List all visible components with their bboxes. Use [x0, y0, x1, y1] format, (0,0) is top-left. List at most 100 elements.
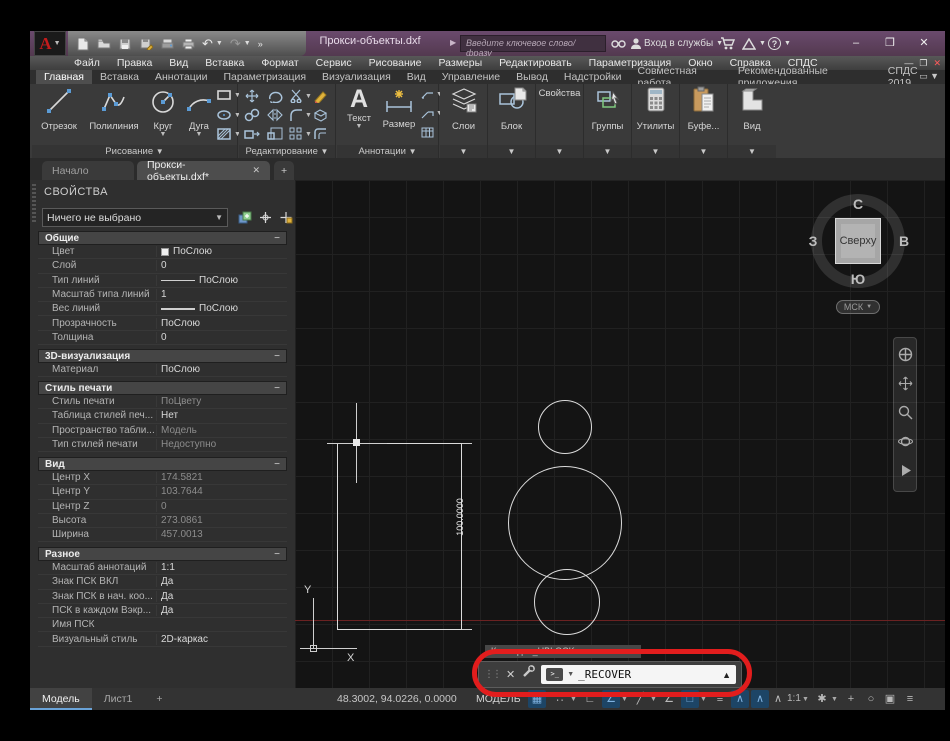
ribbon-tab-parametric[interactable]: Параметризация	[216, 70, 315, 84]
prop-row-center-x[interactable]: Центр X 174.5821	[38, 471, 287, 485]
erase-tool-button[interactable]	[313, 89, 328, 103]
command-history-toggle-icon[interactable]: ▲	[722, 670, 731, 680]
table-tool-button[interactable]	[421, 127, 434, 138]
viewcube-west[interactable]: З	[809, 233, 818, 249]
panel-label-draw[interactable]: Рисование ▼	[32, 145, 237, 158]
model-tab[interactable]: Модель	[30, 688, 92, 710]
menu-tools[interactable]: Сервис	[316, 57, 352, 69]
ribbon-panel-utilities[interactable]: Утилиты ▼	[632, 84, 680, 158]
prop-row-layer[interactable]: Слой 0	[38, 259, 287, 273]
scale-tool-button[interactable]	[267, 127, 283, 141]
close-button[interactable]: ✕	[911, 34, 937, 52]
file-tab-start[interactable]: Начало	[42, 161, 134, 180]
app-store-cart-icon[interactable]	[720, 35, 735, 52]
section-header[interactable]: 3D-визуализация −	[38, 349, 287, 363]
mirror-tool-button[interactable]	[267, 108, 283, 122]
prop-row-ucs-per-viewport[interactable]: ПСК в каждом Вэкр... Да	[38, 604, 287, 618]
viewcube-north[interactable]: С	[853, 196, 863, 212]
minimize-button[interactable]: –	[843, 34, 869, 52]
file-tab-document[interactable]: Прокси-объекты.dxf* ✕	[137, 161, 270, 180]
search-input[interactable]: Введите ключевое слово/фразу	[460, 35, 606, 52]
prop-row-plot-type[interactable]: Тип стилей печати Недоступно	[38, 438, 287, 452]
section-header[interactable]: Вид −	[38, 457, 287, 471]
ribbon-panel-properties[interactable]: Свойства ▼	[536, 84, 584, 158]
circle-entity-bottom[interactable]	[534, 569, 600, 635]
rectangle-tool-button[interactable]: ▼	[217, 89, 241, 101]
ribbon-tab-output[interactable]: Вывод	[508, 70, 556, 84]
qat-more-button[interactable]: »	[258, 39, 263, 49]
collapse-icon[interactable]: −	[274, 233, 280, 244]
prop-row-visual-style[interactable]: Визуальный стиль 2D-каркас	[38, 632, 287, 646]
ribbon-panel-clipboard[interactable]: Буфе... ▼	[680, 84, 728, 158]
command-prompt-icon[interactable]: >_	[546, 668, 563, 681]
ribbon-tab-home[interactable]: Главная	[36, 70, 92, 84]
file-tab-close-icon[interactable]: ✕	[252, 165, 260, 176]
offset-tool-button[interactable]	[313, 127, 328, 141]
search-icon[interactable]	[611, 35, 626, 52]
app-menu-button[interactable]: A ▼	[34, 31, 66, 56]
panel-expand-view[interactable]: ▼	[728, 145, 776, 158]
new-file-tab-button[interactable]: +	[274, 161, 294, 180]
panel-expand-clipboard[interactable]: ▼	[680, 145, 727, 158]
circle-entity-small[interactable]	[538, 400, 592, 454]
ribbon-tab-insert[interactable]: Вставка	[92, 70, 147, 84]
viewcube-top-face[interactable]: Сверху	[835, 218, 881, 264]
user-icon[interactable]	[630, 35, 642, 52]
fullscreen-button[interactable]: ▣	[881, 690, 899, 708]
trim-tool-button[interactable]: ▼	[289, 89, 312, 103]
menu-edit[interactable]: Правка	[117, 57, 152, 69]
prop-row-plot-table[interactable]: Таблица стилей печ... Нет	[38, 409, 287, 423]
fillet-tool-button[interactable]: ▼	[289, 108, 312, 122]
redo-dropdown-icon[interactable]: ▼	[244, 40, 251, 47]
panel-expand-block[interactable]: ▼	[488, 145, 535, 158]
hatch-tool-button[interactable]: ▼	[217, 128, 241, 140]
open-file-button[interactable]	[97, 37, 111, 51]
palette-grip[interactable]	[32, 184, 36, 224]
object-snap-tracking-button[interactable]: ∠	[660, 690, 678, 708]
scale-dropdown-icon[interactable]: ▼	[802, 696, 809, 703]
orbit-icon[interactable]	[898, 434, 913, 454]
dimension-text[interactable]: 100.0000	[455, 498, 465, 536]
prop-row-plot-space[interactable]: Пространство табли... Модель	[38, 424, 287, 438]
show-motion-icon[interactable]	[898, 463, 913, 483]
ribbon-tab-featured-apps[interactable]: Рекомендованные приложения	[730, 70, 880, 84]
toggle-pickadd-button[interactable]	[236, 208, 253, 226]
line-tool-button[interactable]: Отрезок	[36, 87, 82, 132]
section-header[interactable]: Общие −	[38, 231, 287, 245]
prop-row-thickness[interactable]: Толщина 0	[38, 331, 287, 345]
prop-row-material[interactable]: Материал ПоСлою	[38, 363, 287, 377]
help-button[interactable]: ? ▼	[768, 35, 791, 52]
coordinates-readout[interactable]: 48.3002, 94.0226, 0.0000	[337, 693, 457, 705]
search-expand-icon[interactable]: ▶	[450, 38, 456, 47]
command-text[interactable]: _RECOVER	[578, 668, 631, 681]
new-file-button[interactable]	[76, 37, 90, 51]
prop-row-ucs-icon-on[interactable]: Знак ПСК ВКЛ Да	[38, 575, 287, 589]
prop-row-height[interactable]: Высота 273.0861	[38, 514, 287, 528]
ribbon-panel-block[interactable]: Блок ▼	[488, 84, 536, 158]
object-selector-dropdown[interactable]: Ничего не выбрано ▼	[42, 208, 228, 227]
chevron-down-icon[interactable]: ▼	[341, 124, 377, 129]
prop-row-linetype[interactable]: Тип линий ПоСлою	[38, 274, 287, 288]
annotation-visibility-button[interactable]: ∧	[731, 690, 749, 708]
redo-button[interactable]: ↷	[230, 39, 241, 49]
collapse-icon[interactable]: −	[274, 383, 280, 394]
ribbon-tab-collaborate[interactable]: Совместная работа	[630, 70, 730, 84]
ortho-toggle-button[interactable]: ∟	[581, 690, 599, 708]
stretch-tool-button[interactable]	[244, 127, 260, 141]
panel-expand-layers[interactable]: ▼	[440, 145, 487, 158]
move-tool-button[interactable]	[244, 89, 260, 103]
prop-row-width[interactable]: Ширина 457.0013	[38, 528, 287, 542]
drawing-canvas[interactable]: 100.0000 Y X Команда: _UBLOCK С Ю З В Св…	[295, 180, 945, 688]
customization-menu-button[interactable]: ≡	[901, 690, 919, 708]
ribbon-collapse-button[interactable]: ▭ ▼	[919, 71, 939, 82]
command-input[interactable]: >_ ▼ _RECOVER ▲	[541, 665, 736, 684]
panel-expand-properties[interactable]: ▼	[536, 145, 583, 158]
prop-row-center-y[interactable]: Центр Y 103.7644	[38, 485, 287, 499]
prop-row-color[interactable]: Цвет ПоСлою	[38, 245, 287, 259]
isometric-drafting-button[interactable]: ╱	[631, 690, 649, 708]
menu-modify[interactable]: Редактировать	[499, 57, 572, 69]
sign-in-button[interactable]: Вход в службы ▼	[644, 35, 723, 52]
ribbon-panel-layers[interactable]: Слои ▼	[440, 84, 488, 158]
chevron-down-icon[interactable]: ▼	[145, 132, 181, 137]
quick-select-button[interactable]	[277, 208, 294, 226]
